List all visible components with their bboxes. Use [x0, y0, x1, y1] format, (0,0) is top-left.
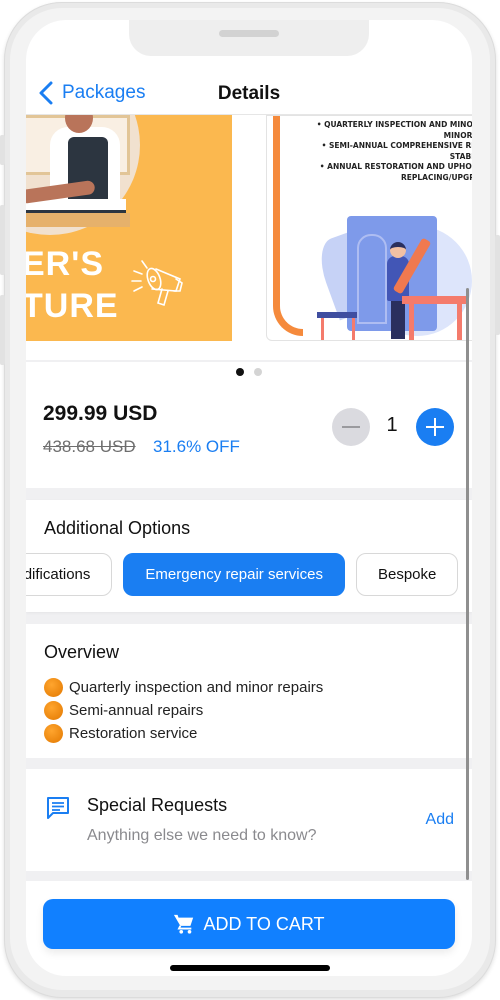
stool-legs-illustration	[321, 318, 355, 340]
worker-head-illustration	[390, 242, 406, 258]
image-carousel[interactable]: ER'S TURE • QUARTERLY INSPECTION AND MIN…	[26, 115, 472, 360]
special-requests-section[interactable]: Special Requests Anything else we need t…	[26, 769, 472, 871]
option-chip[interactable]: Design modifications	[26, 553, 113, 596]
add-request-button[interactable]: Add	[426, 811, 454, 829]
option-chip[interactable]: Bespoke	[355, 553, 459, 596]
speaker-grille	[219, 30, 279, 37]
list-item: Semi-annual repairs	[44, 699, 323, 722]
page-dot[interactable]	[254, 368, 262, 376]
add-to-cart-label: ADD TO CART	[203, 913, 325, 934]
page-title: Details	[217, 83, 281, 104]
list-item-text: Quarterly inspection and minor repairs	[69, 679, 324, 696]
list-item: Restoration service	[44, 722, 323, 745]
section-title: Overview	[44, 642, 120, 662]
desk-illustration	[402, 296, 468, 304]
worker-legs-illustration	[391, 301, 405, 339]
carousel-slide-1[interactable]: ER'S TURE	[26, 115, 232, 341]
slide-bullet: • SEMI-ANNUAL COMPREHENSIVE REPA	[321, 141, 472, 150]
slide-bullet: MINOR DA	[443, 130, 472, 140]
options-chip-list[interactable]: Design modifications Emergency repair se…	[26, 553, 459, 596]
discount-label: 31.6% OFF	[153, 437, 240, 456]
slide-border-accent	[273, 116, 303, 336]
option-chip-selected[interactable]: Emergency repair services	[123, 553, 345, 596]
overview-list: Quarterly inspection and minor repairs S…	[44, 676, 323, 745]
cart-icon	[174, 914, 194, 934]
message-icon	[47, 797, 69, 819]
vertical-scrollbar[interactable]	[466, 288, 469, 880]
carousel-slide-2[interactable]: • QUARTERLY INSPECTION AND MINOR R MINOR…	[266, 115, 472, 341]
volume-up-button	[0, 205, 5, 275]
orange-circle-icon	[44, 701, 63, 720]
screen: Packages Details ER'S TURE • QUARTERLY I…	[26, 20, 472, 976]
original-price: 438.68 USD	[43, 437, 136, 456]
volume-down-button	[0, 295, 5, 365]
megaphone-icon	[131, 260, 183, 307]
section-title: Additional Options	[44, 518, 191, 538]
slide-headline-2: TURE	[26, 287, 119, 325]
special-requests-title: Special Requests	[87, 795, 228, 815]
table-illustration	[26, 213, 130, 227]
overview-section: Overview Quarterly inspection and minor …	[26, 624, 472, 758]
wardrobe-door-illustration	[357, 234, 387, 324]
page-dot-active[interactable]	[236, 368, 244, 376]
special-requests-subtitle: Anything else we need to know?	[87, 827, 317, 844]
minus-icon	[342, 426, 360, 428]
quantity-value: 1	[386, 414, 398, 436]
carousel-page-indicator[interactable]	[26, 362, 472, 382]
additional-options-section: Additional Options Design modifications …	[26, 500, 472, 612]
mute-switch	[0, 135, 5, 165]
list-item-text: Restoration service	[69, 725, 198, 742]
home-indicator[interactable]	[170, 965, 330, 971]
slide-bullet: REPLACING/UPGRAD	[401, 172, 472, 182]
current-price: 299.99 USD	[43, 402, 158, 425]
slide-bullet: STABILIZ	[449, 151, 472, 161]
add-to-cart-button[interactable]: ADD TO CART	[43, 899, 455, 949]
bottom-bar: ADD TO CART	[26, 881, 472, 976]
orange-circle-icon	[44, 724, 63, 743]
increase-quantity-button[interactable]	[416, 408, 454, 446]
slide-bullet-list: • QUARTERLY INSPECTION AND MINOR R MINOR…	[307, 120, 472, 183]
notch	[129, 20, 369, 56]
plus-icon-vertical	[434, 418, 436, 436]
list-item: Quarterly inspection and minor repairs	[44, 676, 323, 699]
price-section: 299.99 USD 438.68 USD 31.6% OFF 1	[26, 382, 472, 488]
decrease-quantity-button[interactable]	[332, 408, 370, 446]
power-button	[495, 235, 500, 335]
orange-circle-icon	[44, 678, 63, 697]
desk-leg-illustration	[409, 304, 414, 340]
list-item-text: Semi-annual repairs	[69, 702, 204, 719]
slide-bullet: • ANNUAL RESTORATION AND UPHOLST	[319, 162, 472, 171]
slide-bullet: • QUARTERLY INSPECTION AND MINOR R	[316, 120, 472, 129]
slide-headline-1: ER'S	[26, 245, 104, 283]
navigation-bar: Packages Details	[26, 75, 472, 115]
desk-leg-illustration	[457, 304, 462, 340]
